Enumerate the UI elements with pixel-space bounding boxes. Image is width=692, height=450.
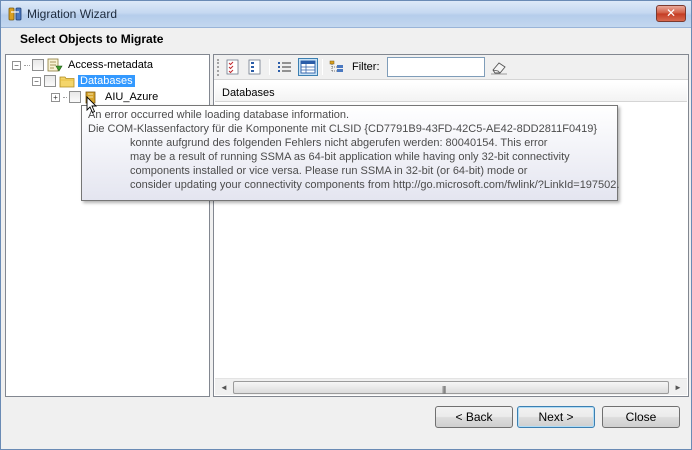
check-list-icon: [226, 59, 239, 75]
horizontal-scrollbar[interactable]: ◄ ||| ►: [215, 378, 687, 395]
mouse-pointer-icon: [86, 96, 98, 114]
scroll-left-arrow-icon[interactable]: ◄: [216, 380, 232, 395]
window-close-button[interactable]: ✕: [656, 5, 686, 22]
tooltip-line: konnte aufgrund des folgenden Fehlers ni…: [130, 137, 548, 149]
tree-node-aiu-azure[interactable]: + AIU_Azure: [51, 89, 160, 105]
root-checkbox[interactable]: [32, 59, 44, 71]
details-view-button[interactable]: [298, 58, 318, 76]
filter-input[interactable]: [387, 57, 485, 77]
tooltip-line: Die COM-Klassenfactory für die Komponent…: [88, 123, 598, 135]
tooltip-line: consider updating your connectivity comp…: [130, 179, 620, 191]
tree-node-databases[interactable]: − Databases: [32, 73, 135, 89]
details-toolbar: Filter:: [214, 55, 688, 80]
title-bar[interactable]: Migration Wizard ✕: [1, 1, 691, 28]
grid-header-databases: Databases: [222, 87, 275, 99]
tree-label-root[interactable]: Access-metadata: [66, 59, 155, 71]
scrollbar-thumb[interactable]: |||: [233, 381, 669, 394]
filter-tree-icon: [329, 60, 343, 72]
migration-wizard-window: Migration Wizard ✕ Select Objects to Mig…: [0, 0, 692, 450]
tree-connector: [24, 64, 30, 66]
filter-options-button[interactable]: [327, 58, 347, 76]
filter-label: Filter:: [352, 61, 380, 73]
tree-label-aiu-azure[interactable]: AIU_Azure: [103, 91, 160, 103]
scrollbar-grip: |||: [442, 385, 446, 394]
grid-column-header[interactable]: Databases: [215, 83, 687, 102]
check-all-button[interactable]: [223, 58, 243, 76]
folder-icon: [59, 76, 75, 88]
scroll-right-arrow-icon[interactable]: ►: [670, 380, 686, 395]
tree-label-databases[interactable]: Databases: [78, 75, 135, 87]
ssma-app-icon: [8, 7, 22, 21]
toolbar-separator: [269, 59, 270, 75]
window-title: Migration Wizard: [27, 7, 118, 21]
tree-connector: [63, 96, 67, 98]
error-tooltip: An error occurred while loading database…: [81, 105, 620, 201]
expand-icon[interactable]: +: [51, 92, 60, 102]
uncheck-all-button[interactable]: [245, 58, 265, 76]
tooltip-line: An error occurred while loading database…: [88, 109, 350, 121]
access-metadata-icon: [47, 58, 63, 72]
list-view-icon: [278, 62, 291, 72]
tooltip-line: components installed or vice versa. Plea…: [130, 165, 528, 177]
back-button[interactable]: < Back: [435, 406, 513, 428]
next-button[interactable]: Next >: [517, 406, 595, 428]
clear-filter-eraser-icon[interactable]: [490, 59, 508, 75]
tooltip-line: may be a result of running SSMA as 64-bi…: [130, 151, 570, 163]
close-button[interactable]: Close: [602, 406, 680, 428]
tree-node-root[interactable]: − Access-metadata: [12, 57, 155, 73]
wizard-header: Select Objects to Migrate: [2, 28, 690, 50]
databases-checkbox[interactable]: [44, 75, 56, 87]
collapse-icon[interactable]: −: [12, 60, 21, 70]
toolbar-separator: [322, 59, 323, 75]
collapse-icon[interactable]: −: [32, 76, 41, 86]
aiu-azure-checkbox[interactable]: [69, 91, 81, 103]
list-view-button[interactable]: [275, 58, 295, 76]
uncheck-list-icon: [248, 59, 261, 75]
page-title: Select Objects to Migrate: [20, 32, 164, 46]
grid-view-icon: [300, 60, 316, 74]
toolbar-grip[interactable]: [217, 59, 220, 76]
